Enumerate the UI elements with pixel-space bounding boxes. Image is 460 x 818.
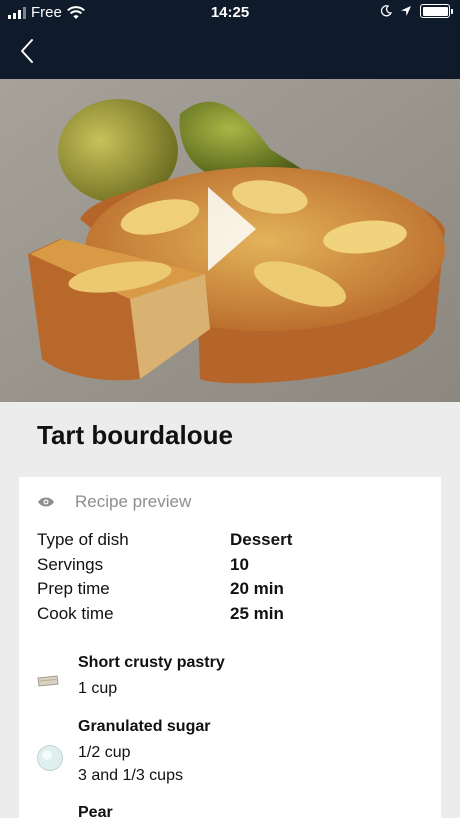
status-right: [380, 4, 453, 18]
battery-icon: [420, 4, 453, 18]
ingredient-name: Pear: [78, 804, 113, 818]
ingredient-item[interactable]: Granulated sugar 1/2 cup 3 and 1/3 cups: [36, 718, 416, 790]
ingredient-name: Short crusty pastry: [78, 654, 225, 671]
sugar-thumbnail-icon: [37, 745, 63, 771]
status-bar: Free 14:25: [0, 0, 460, 26]
ingredient-quantity: 1/2 cup: [78, 744, 131, 761]
info-value: 10: [230, 554, 249, 574]
pastry-thumbnail-icon: [37, 675, 59, 687]
info-value: 25 min: [230, 603, 284, 623]
play-icon[interactable]: [196, 179, 266, 279]
recipe-video-thumbnail[interactable]: [0, 79, 460, 402]
recipe-info-table: Type of dish Dessert Servings 10 Prep ti…: [37, 528, 417, 626]
moon-icon: [380, 5, 392, 17]
ingredient-quantity: 1 cup: [78, 680, 118, 697]
ingredient-item[interactable]: Pear: [36, 804, 416, 818]
recipe-preview-label: Recipe preview: [75, 492, 192, 511]
ingredient-item[interactable]: Short crusty pastry 1 cup: [36, 654, 416, 704]
info-label: Prep time: [37, 579, 110, 599]
chevron-left-icon: [21, 39, 33, 63]
info-row-type: Type of dish Dessert: [37, 528, 417, 553]
info-row-cook-time: Cook time 25 min: [37, 602, 417, 627]
ingredient-name: Granulated sugar: [78, 718, 211, 735]
info-row-servings: Servings 10: [37, 553, 417, 578]
info-value: Dessert: [230, 530, 293, 550]
navigation-bar: [0, 26, 460, 79]
info-label: Type of dish: [37, 530, 129, 550]
info-label: Servings: [37, 554, 104, 574]
back-button[interactable]: [12, 36, 42, 66]
location-arrow-icon: [401, 6, 411, 16]
info-value: 20 min: [230, 579, 284, 599]
recipe-preview-row: Recipe preview: [37, 490, 191, 514]
info-row-prep-time: Prep time 20 min: [37, 577, 417, 602]
ingredient-quantity: 3 and 1/3 cups: [78, 767, 183, 784]
eye-icon: [38, 497, 54, 507]
info-label: Cook time: [37, 603, 114, 623]
recipe-title: Tart bourdaloue: [37, 420, 233, 450]
